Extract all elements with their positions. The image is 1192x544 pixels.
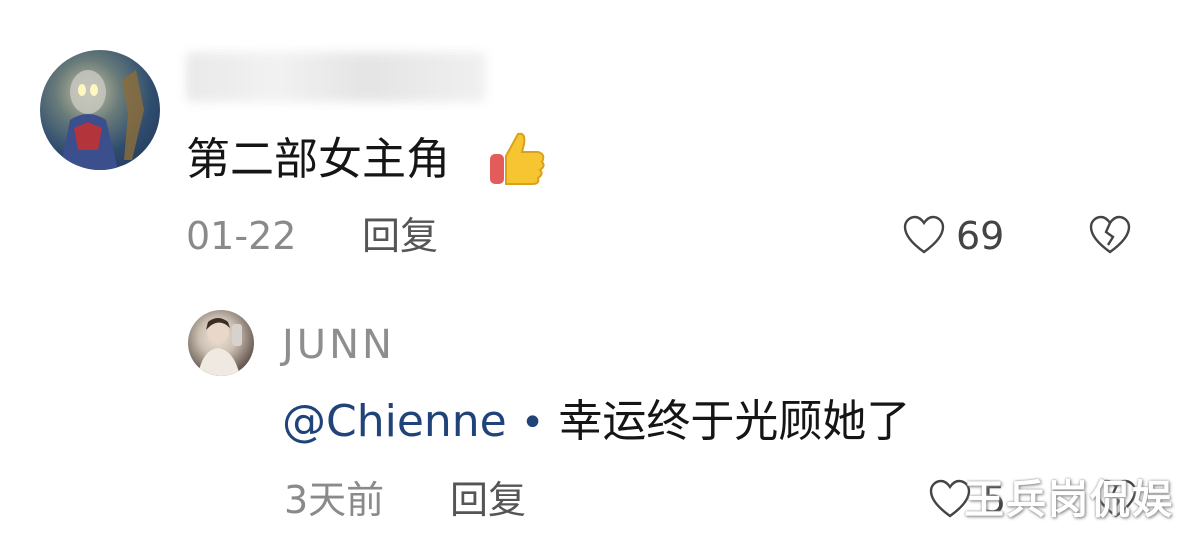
broken-heart-icon <box>1089 215 1131 254</box>
reply-user-avatar[interactable] <box>188 310 254 376</box>
watermark-text: 王兵岗侃娱 <box>964 477 1174 523</box>
reply-username[interactable]: JUNN <box>282 320 395 370</box>
commenter-avatar[interactable] <box>40 50 160 170</box>
reply-date: 3天前 <box>284 478 385 522</box>
reply-text: @Chienne • 幸运终于光顾她了 <box>282 392 910 453</box>
commenter-name-blurred <box>186 52 486 102</box>
dislike-button[interactable] <box>1088 214 1132 262</box>
avatar-figure-icon <box>60 70 144 170</box>
thumbs-up-icon <box>490 132 545 185</box>
mention-separator: • <box>520 400 545 446</box>
comment-text: 第二部女主角 <box>186 134 450 185</box>
reply-reply-button[interactable]: 回复 <box>450 476 526 524</box>
mention-link[interactable]: @Chienne <box>282 396 507 447</box>
reply-body: 幸运终于光顾她了 <box>558 396 911 447</box>
heart-icon <box>903 215 945 254</box>
comment-date: 01-22 <box>186 214 297 258</box>
comment-reply-button[interactable]: 回复 <box>362 212 438 260</box>
avatar-person-icon <box>198 318 242 376</box>
like-count: 69 <box>956 214 1005 258</box>
like-button[interactable] <box>902 214 946 262</box>
comment-thread: 第二部女主角 01-22 回复 69 JUNN @Chienne • 幸运终于光顾她… <box>0 0 1192 544</box>
